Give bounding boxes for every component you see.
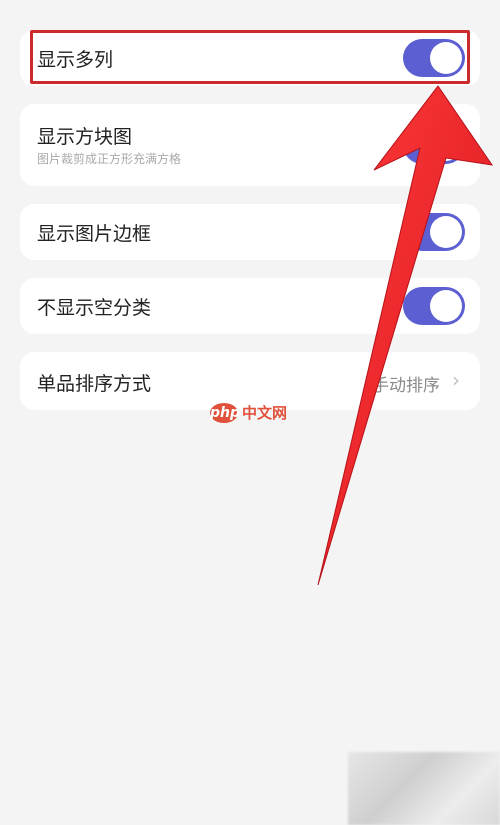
annotation-arrow (317, 85, 494, 586)
arrow-shape (317, 85, 494, 586)
blurred-region (348, 752, 500, 825)
